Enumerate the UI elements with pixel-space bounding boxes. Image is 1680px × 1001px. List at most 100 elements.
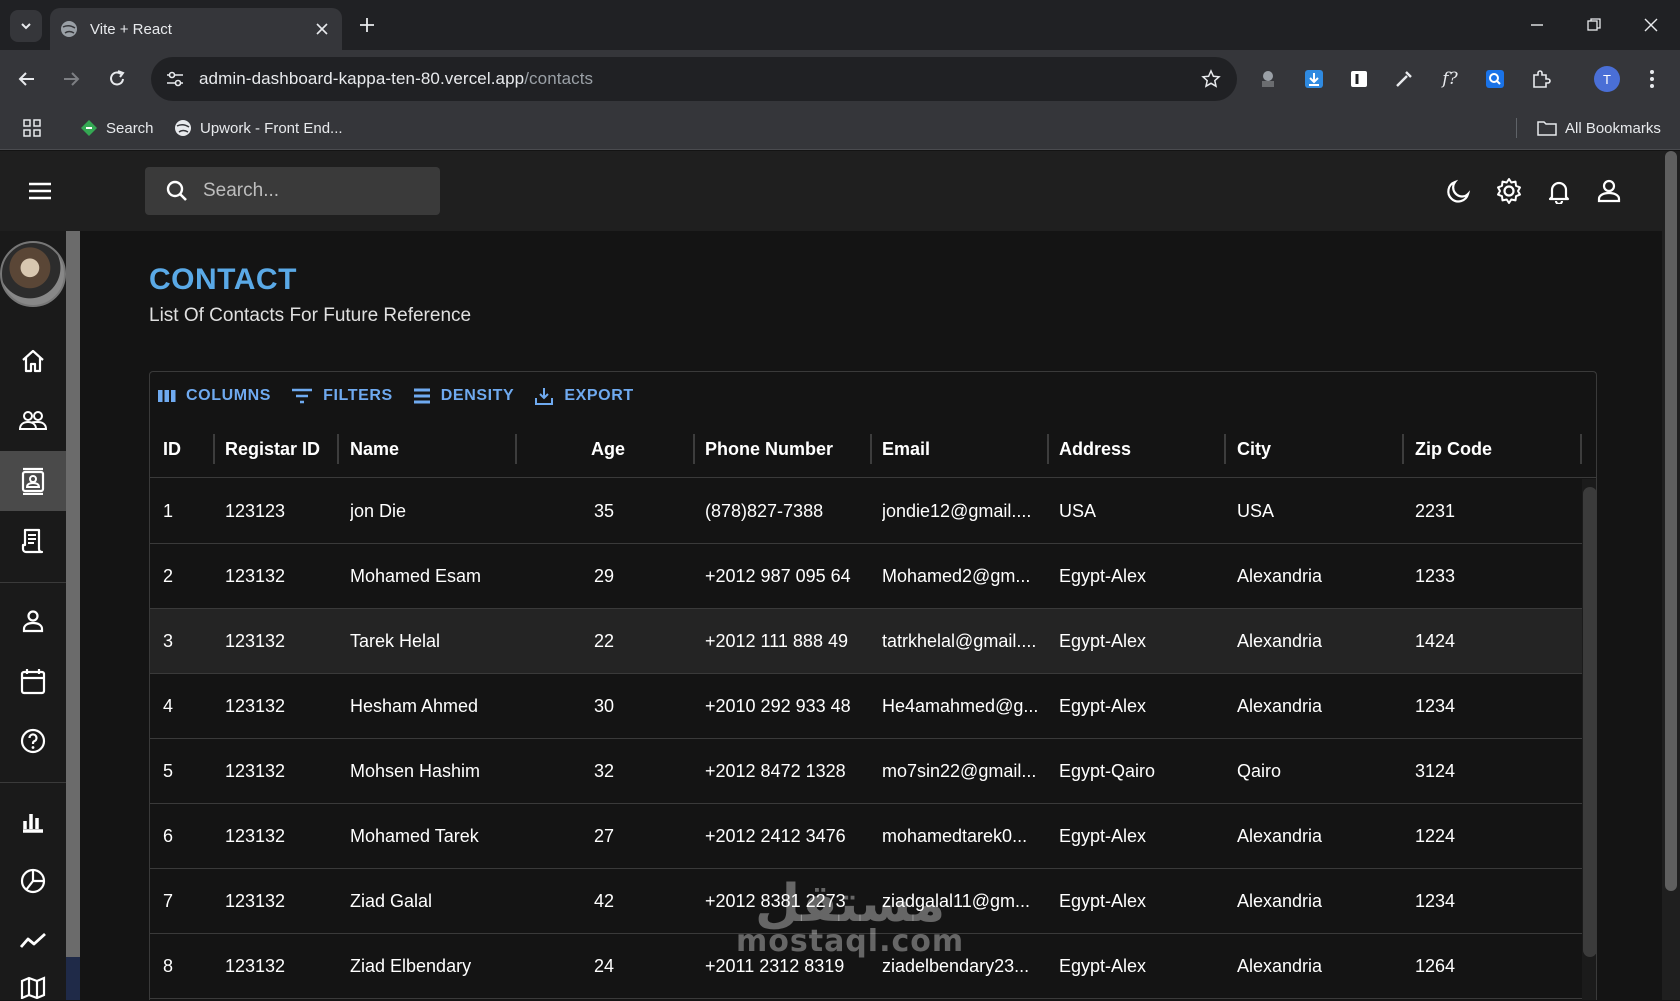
- cell-email[interactable]: ziadgalal11@gm...: [882, 869, 1030, 934]
- table-row[interactable]: 8 123132 Ziad Elbendary 24 +2011 2312 83…: [150, 934, 1582, 999]
- cell-age[interactable]: 30: [594, 674, 614, 739]
- bookmark-star-icon[interactable]: [1201, 69, 1221, 89]
- sidebar-item-profile-form[interactable]: [0, 591, 66, 651]
- extension-search-icon[interactable]: [1483, 67, 1507, 91]
- cell-phone[interactable]: +2012 111 888 49: [705, 609, 848, 674]
- cell-address[interactable]: Egypt-Alex: [1059, 544, 1146, 609]
- cell-id[interactable]: 2: [163, 544, 173, 609]
- tab-close-icon[interactable]: [312, 19, 332, 39]
- cell-id[interactable]: 3: [163, 609, 173, 674]
- cell-id[interactable]: 4: [163, 674, 173, 739]
- column-separator[interactable]: [337, 434, 339, 464]
- sidebar-scroll-thumb[interactable]: [66, 231, 80, 957]
- sidebar-item-line-chart[interactable]: [0, 911, 66, 971]
- cell-phone[interactable]: +2010 292 933 48: [705, 674, 851, 739]
- sidebar-item-geography[interactable]: [0, 971, 66, 1001]
- cell-city[interactable]: Alexandria: [1237, 609, 1322, 674]
- table-row[interactable]: 7 123132 Ziad Galal 42 +2012 8381 2273 z…: [150, 869, 1582, 934]
- cell-age[interactable]: 22: [594, 609, 614, 674]
- cell-city[interactable]: Alexandria: [1237, 674, 1322, 739]
- sidebar-item-team[interactable]: [0, 391, 66, 451]
- cell-email[interactable]: mohamedtarek0...: [882, 804, 1027, 869]
- filters-button[interactable]: FILTERS: [291, 382, 393, 410]
- cell-city[interactable]: USA: [1237, 479, 1274, 544]
- download-icon[interactable]: [1302, 67, 1326, 91]
- table-row[interactable]: 6 123132 Mohamed Tarek 27 +2012 2412 347…: [150, 804, 1582, 869]
- extension-spy-icon[interactable]: [1256, 67, 1280, 91]
- cell-zip[interactable]: 2231: [1415, 479, 1455, 544]
- bookmark-upwork[interactable]: Upwork - Front End...: [174, 108, 343, 148]
- column-separator[interactable]: [870, 434, 872, 464]
- cell-email[interactable]: He4amahmed@g...: [882, 674, 1038, 739]
- column-separator[interactable]: [1580, 434, 1582, 464]
- cell-age[interactable]: 24: [594, 934, 614, 999]
- cell-city[interactable]: Alexandria: [1237, 544, 1322, 609]
- table-row[interactable]: 4 123132 Hesham Ahmed 30 +2010 292 933 4…: [150, 674, 1582, 739]
- cell-address[interactable]: Egypt-Alex: [1059, 674, 1146, 739]
- cell-age[interactable]: 42: [594, 869, 614, 934]
- column-header-email[interactable]: Email: [882, 420, 930, 478]
- cell-id[interactable]: 6: [163, 804, 173, 869]
- browser-menu-icon[interactable]: [1640, 67, 1664, 91]
- sidebar-item-faq[interactable]: [0, 711, 66, 771]
- cell-name[interactable]: Mohsen Hashim: [350, 739, 480, 804]
- page-scroll-thumb[interactable]: [1665, 151, 1677, 891]
- cell-zip[interactable]: 1424: [1415, 609, 1455, 674]
- cell-name[interactable]: Ziad Elbendary: [350, 934, 471, 999]
- sidebar-item-contacts[interactable]: [0, 451, 66, 511]
- cell-name[interactable]: Mohamed Tarek: [350, 804, 479, 869]
- cell-city[interactable]: Qairo: [1237, 739, 1281, 804]
- column-separator[interactable]: [515, 434, 517, 464]
- cell-address[interactable]: Egypt-Alex: [1059, 609, 1146, 674]
- cell-id[interactable]: 1: [163, 479, 173, 544]
- cell-email[interactable]: tatrkhelal@gmail....: [882, 609, 1036, 674]
- sidebar-item-pie-chart[interactable]: [0, 851, 66, 911]
- cell-name[interactable]: Hesham Ahmed: [350, 674, 478, 739]
- cell-registar-id[interactable]: 123132: [225, 934, 285, 999]
- cell-registar-id[interactable]: 123123: [225, 479, 285, 544]
- extension-book-icon[interactable]: [1347, 67, 1371, 91]
- density-button[interactable]: DENSITY: [413, 382, 515, 410]
- cell-city[interactable]: Alexandria: [1237, 804, 1322, 869]
- search-icon[interactable]: [165, 179, 189, 203]
- cell-zip[interactable]: 1234: [1415, 674, 1455, 739]
- cell-zip[interactable]: 1264: [1415, 934, 1455, 999]
- profile-button[interactable]: [1593, 175, 1625, 207]
- bookmark-search[interactable]: Search: [80, 108, 154, 148]
- cell-phone[interactable]: +2012 2412 3476: [705, 804, 846, 869]
- cell-address[interactable]: Egypt-Alex: [1059, 934, 1146, 999]
- cell-zip[interactable]: 1233: [1415, 544, 1455, 609]
- column-header-zip[interactable]: Zip Code: [1415, 420, 1492, 478]
- column-header-address[interactable]: Address: [1059, 420, 1131, 478]
- cell-registar-id[interactable]: 123132: [225, 804, 285, 869]
- cell-email[interactable]: jondie12@gmail....: [882, 479, 1031, 544]
- site-settings-icon[interactable]: [165, 69, 185, 89]
- column-header-name[interactable]: Name: [350, 420, 399, 478]
- cell-age[interactable]: 27: [594, 804, 614, 869]
- back-button[interactable]: [14, 66, 40, 92]
- cell-id[interactable]: 8: [163, 934, 173, 999]
- grid-scrollbar[interactable]: [1583, 487, 1596, 957]
- column-header-phone[interactable]: Phone Number: [705, 420, 833, 478]
- cell-registar-id[interactable]: 123132: [225, 869, 285, 934]
- restore-button[interactable]: [1581, 12, 1607, 38]
- cell-address[interactable]: Egypt-Alex: [1059, 869, 1146, 934]
- column-separator[interactable]: [1402, 434, 1404, 464]
- cell-registar-id[interactable]: 123132: [225, 739, 285, 804]
- browser-tab[interactable]: Vite + React: [50, 8, 342, 50]
- sidebar-item-calendar[interactable]: [0, 651, 66, 711]
- cell-name[interactable]: Mohamed Esam: [350, 544, 481, 609]
- table-row[interactable]: 2 123132 Mohamed Esam 29 +2012 987 095 6…: [150, 544, 1582, 609]
- cell-age[interactable]: 35: [594, 479, 614, 544]
- column-header-age[interactable]: Age: [591, 420, 625, 478]
- cell-age[interactable]: 29: [594, 544, 614, 609]
- close-window-button[interactable]: [1638, 12, 1664, 38]
- cell-city[interactable]: Alexandria: [1237, 869, 1322, 934]
- cell-registar-id[interactable]: 123132: [225, 674, 285, 739]
- cell-phone[interactable]: +2012 8472 1328: [705, 739, 846, 804]
- cell-address[interactable]: Egypt-Alex: [1059, 804, 1146, 869]
- forward-button[interactable]: [58, 66, 84, 92]
- cell-id[interactable]: 7: [163, 869, 173, 934]
- sidebar-item-bar-chart[interactable]: [0, 791, 66, 851]
- extensions-puzzle-icon[interactable]: [1529, 67, 1553, 91]
